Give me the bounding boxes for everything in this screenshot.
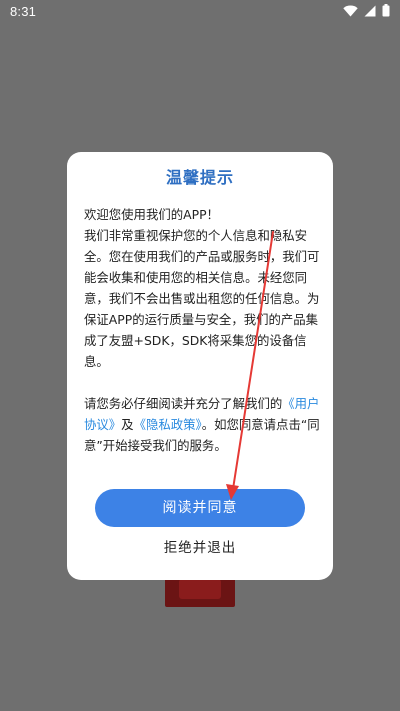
signal-icon bbox=[364, 5, 376, 17]
refuse-button[interactable]: 拒绝并退出 bbox=[127, 536, 273, 560]
privacy-notice-text: 我们非常重视保护您的个人信息和隐私安全。您在使用我们的产品或服务时，我们可能会收… bbox=[84, 228, 320, 369]
battery-icon bbox=[382, 4, 390, 17]
consent-conjunction: 及 bbox=[121, 417, 134, 432]
background-app-icon-inner bbox=[179, 579, 221, 599]
status-bar: 8:31 bbox=[0, 0, 400, 22]
agree-button[interactable]: 阅读并同意 bbox=[95, 489, 305, 527]
dialog-title: 温馨提示 bbox=[165, 168, 234, 187]
consent-text-before: 请您务必仔细阅读并充分了解我们的 bbox=[84, 396, 283, 411]
consent-paragraph: 请您务必仔细阅读并充分了解我们的《用户协议》及《隐私政策》。如您同意请点击“同意… bbox=[84, 393, 320, 456]
status-icons bbox=[343, 4, 390, 17]
privacy-dialog: 温馨提示 欢迎您使用我们的APP！ 我们非常重视保护您的个人信息和隐私安全。您在… bbox=[67, 152, 333, 580]
wifi-icon bbox=[343, 5, 358, 17]
privacy-policy-link[interactable]: 《隐私政策》 bbox=[134, 417, 202, 432]
greeting-text: 欢迎您使用我们的APP！ bbox=[84, 207, 219, 222]
dialog-body: 欢迎您使用我们的APP！ 我们非常重视保护您的个人信息和隐私安全。您在使用我们的… bbox=[84, 204, 320, 456]
status-time: 8:31 bbox=[10, 4, 37, 19]
